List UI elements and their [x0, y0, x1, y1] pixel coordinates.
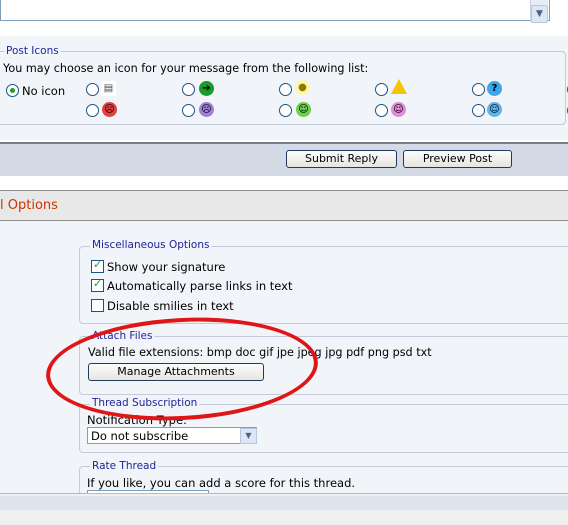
misc-options-legend: Miscellaneous Options [90, 239, 212, 251]
disable-smilies-label: Disable smilies in text [107, 299, 234, 313]
window-bottom-strip [0, 496, 568, 510]
options-title: l Options [0, 198, 58, 213]
document-icon[interactable]: ▤ [101, 81, 116, 96]
grin-face-icon[interactable]: ☺ [296, 102, 311, 117]
radio-icon-grin[interactable] [279, 104, 292, 117]
post-icons-legend: Post Icons [4, 45, 61, 57]
radio-icon-question[interactable] [472, 83, 485, 96]
frown-face-icon[interactable]: ☹ [199, 102, 214, 117]
warning-icon[interactable] [391, 79, 407, 94]
radio-no-icon[interactable] [6, 84, 19, 97]
radio-icon-frown[interactable] [182, 104, 195, 117]
radio-icon-warning[interactable] [375, 83, 388, 96]
radio-icon-arrow[interactable] [182, 83, 195, 96]
question-icon[interactable]: ? [487, 81, 502, 96]
show-signature-checkbox[interactable] [91, 258, 104, 273]
parse-links-label: Automatically parse links in text [107, 279, 293, 293]
spacer [0, 176, 568, 190]
radio-icon-smile[interactable] [375, 104, 388, 117]
rate-thread-text: If you like, you can add a score for thi… [87, 476, 356, 490]
radio-icon-document[interactable] [86, 83, 99, 96]
notification-selected-value: Do not subscribe [91, 429, 189, 443]
angry-face-icon[interactable]: ☹ [102, 102, 117, 117]
lightbulb-icon[interactable]: ● [295, 80, 310, 95]
submit-reply-button[interactable]: Submit Reply [286, 150, 397, 168]
options-header [0, 190, 568, 221]
chevron-down-icon[interactable]: ▼ [240, 428, 257, 444]
parse-links-checkbox[interactable] [91, 277, 104, 292]
radio-icon-wink[interactable] [472, 104, 485, 117]
show-signature-label: Show your signature [107, 260, 226, 274]
disable-smilies-checkbox[interactable] [91, 299, 104, 312]
radio-icon-lightbulb[interactable] [279, 83, 292, 96]
preview-post-button[interactable]: Preview Post [403, 150, 512, 168]
post-icons-instruction: You may choose an icon for your message … [3, 62, 369, 75]
no-icon-label: No icon [22, 84, 66, 98]
arrow-right-icon[interactable]: ➔ [199, 81, 214, 96]
smile-face-icon[interactable]: ☺ [391, 102, 406, 117]
message-textarea[interactable] [0, 0, 550, 21]
radio-icon-angry[interactable] [86, 104, 99, 117]
rate-thread-legend: Rate Thread [90, 460, 159, 472]
scroll-down-icon[interactable]: ▼ [531, 5, 548, 23]
wink-face-icon[interactable]: ☺ [487, 102, 502, 117]
